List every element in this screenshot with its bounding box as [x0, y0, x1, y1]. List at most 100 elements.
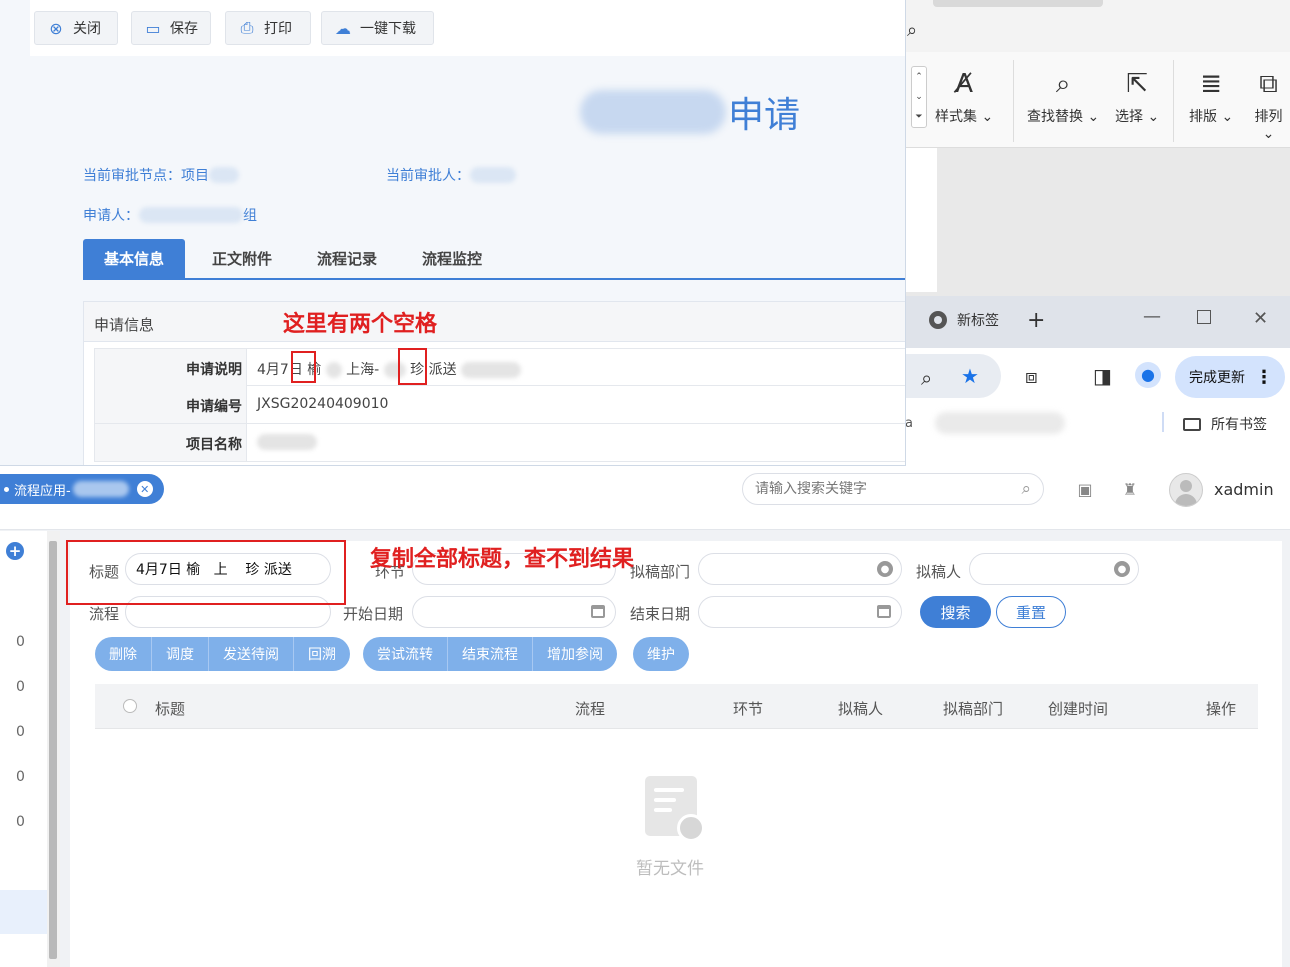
tab-attachments[interactable]: 正文附件	[212, 239, 272, 278]
tab-basic-info[interactable]: 基本信息	[83, 239, 185, 278]
style-set-button[interactable]: A̸ 样式集 ⌄	[935, 64, 993, 126]
maximize-icon[interactable]	[1197, 310, 1211, 324]
column-actions[interactable]: 操作	[1206, 698, 1236, 719]
user-icon[interactable]: ●	[1114, 561, 1130, 577]
calendar-icon[interactable]	[591, 605, 605, 618]
search-icon[interactable]: ⌕	[907, 20, 917, 41]
drafter-filter-input[interactable]: ●	[969, 553, 1139, 585]
layout-label: 排版	[1189, 109, 1217, 125]
rollback-button[interactable]: 回溯	[294, 637, 350, 671]
dialog-title: 申请	[580, 86, 800, 138]
current-approver: 当前审批人：	[386, 165, 516, 185]
address-bar-end[interactable]	[905, 354, 1001, 398]
chevron-down-icon: ⌄	[1262, 126, 1275, 142]
user-icon[interactable]: ●	[877, 561, 893, 577]
annotation-box	[398, 348, 427, 385]
chevron-down-icon: ⌄	[977, 109, 994, 125]
rail-count: 0	[16, 724, 25, 740]
annotation-box	[66, 540, 346, 605]
calendar-icon[interactable]	[877, 605, 891, 618]
download-all-button[interactable]: ☁ 一键下载	[321, 11, 434, 45]
update-button[interactable]: 完成更新 ⋮	[1175, 356, 1285, 398]
save-button[interactable]: ▭ 保存	[131, 11, 211, 45]
app-header	[0, 466, 1290, 530]
send-review-button[interactable]: 发送待阅	[209, 637, 294, 671]
layout-button[interactable]: ≣ 排版 ⌄	[1189, 64, 1233, 126]
info-row: 项目名称	[94, 424, 905, 462]
cursor-icon: ⇱	[1126, 69, 1148, 99]
rail-count: 0	[16, 814, 25, 830]
search-icon[interactable]: ⌕	[1021, 479, 1031, 499]
reset-button[interactable]: 重置	[996, 596, 1066, 628]
more-menu-icon[interactable]: ⋮	[1255, 367, 1273, 388]
tab-flow-monitor[interactable]: 流程监控	[422, 239, 482, 278]
application-info-panel: 申请信息 申请说明 4月7日 榆 上海- 珍 派送 申请编号 JXSG20240…	[83, 301, 905, 465]
header-search[interactable]: ⌕	[742, 473, 1044, 505]
current-node: 当前审批节点：项目	[83, 165, 239, 185]
applicant-label: 申请人：	[83, 208, 139, 224]
end-flow-button[interactable]: 结束流程	[448, 637, 533, 671]
search-button[interactable]: 搜索	[920, 596, 991, 628]
redacted-text	[325, 362, 342, 378]
print-button[interactable]: ⎙ 打印	[225, 11, 311, 45]
theme-icon[interactable]: ♜	[1119, 480, 1141, 499]
rail-active-item[interactable]	[0, 890, 47, 934]
redacted-bookmark[interactable]	[935, 412, 1065, 434]
column-drafter[interactable]: 拟稿人	[838, 698, 883, 719]
add-icon[interactable]: +	[6, 542, 24, 560]
all-bookmarks-folder[interactable]: 所有书签	[1183, 414, 1267, 434]
select-all-radio[interactable]	[123, 699, 137, 713]
close-icon[interactable]: ✕	[1253, 308, 1268, 329]
cloud-download-icon: ☁	[335, 18, 351, 38]
column-flow[interactable]: 流程	[575, 698, 605, 719]
current-node-label: 当前审批节点：项目	[83, 168, 209, 184]
end-date-input[interactable]	[698, 596, 902, 628]
search-input[interactable]	[755, 481, 1022, 497]
close-tag-icon[interactable]: ✕	[136, 481, 153, 497]
document-editor-window: ⌕ ⌃ ⌄ ⏷ A̸ 样式集 ⌄ ⌕ 查找替换 ⌄ ⇱ 选择 ⌄ ≣ 排版 ⌄ ⧉ …	[905, 0, 1290, 296]
dialog-tabs: 基本信息 正文附件 流程记录 流程监控	[83, 239, 905, 280]
browser-tab[interactable]: 新标签	[929, 310, 999, 330]
redacted-text	[139, 207, 243, 223]
profile-icon[interactable]: ●	[1135, 362, 1161, 388]
extensions-icon[interactable]: ⧈	[1025, 364, 1038, 388]
add-reference-button[interactable]: 增加参阅	[533, 637, 617, 671]
editor-tab[interactable]	[933, 0, 1103, 7]
scrollbar-thumb[interactable]	[49, 541, 57, 959]
minimize-icon[interactable]: —	[1143, 306, 1161, 327]
tab-flow-records[interactable]: 流程记录	[317, 239, 377, 278]
document-page[interactable]	[905, 148, 937, 292]
dept-filter-input[interactable]: ●	[698, 553, 902, 585]
dispatch-button[interactable]: 调度	[152, 637, 209, 671]
side-panel-icon[interactable]: ◨	[1093, 364, 1112, 388]
breadcrumb-tag-label: 流程应用-	[14, 483, 71, 499]
clock-icon	[677, 814, 705, 842]
breadcrumb-tag[interactable]: 流程应用- ✕	[0, 474, 164, 504]
column-created[interactable]: 创建时间	[1048, 698, 1108, 719]
try-transfer-button[interactable]: 尝试流转	[363, 637, 448, 671]
style-scroll-control[interactable]: ⌃ ⌄ ⏷	[911, 66, 927, 128]
message-icon[interactable]: ▣	[1074, 480, 1096, 499]
action-group-3: 维护	[633, 637, 689, 671]
select-button[interactable]: ⇱ 选择 ⌄	[1115, 64, 1159, 126]
username[interactable]: xadmin	[1214, 480, 1274, 499]
bookmark-star-icon[interactable]: ★	[961, 364, 979, 388]
find-replace-button[interactable]: ⌕ 查找替换 ⌄	[1027, 64, 1099, 126]
delete-button[interactable]: 删除	[95, 637, 152, 671]
bookmark-fragment[interactable]: a	[905, 416, 913, 431]
arrange-button[interactable]: ⧉ 排列 ⌄	[1247, 64, 1290, 142]
avatar[interactable]	[1169, 473, 1203, 507]
maintain-button[interactable]: 维护	[633, 637, 689, 671]
new-tab-icon[interactable]: +	[1027, 308, 1045, 333]
close-button[interactable]: ⊗ 关闭	[34, 11, 118, 45]
zoom-icon[interactable]: ⌕	[921, 366, 932, 390]
scrollbar[interactable]	[47, 531, 60, 967]
divider	[1013, 60, 1014, 142]
find-replace-label: 查找替换	[1027, 109, 1083, 125]
start-date-input[interactable]	[412, 596, 616, 628]
column-dept[interactable]: 拟稿部门	[943, 698, 1003, 719]
column-title[interactable]: 标题	[155, 698, 185, 719]
column-node[interactable]: 环节	[733, 698, 763, 719]
rail-count: 0	[16, 634, 25, 650]
browser-tab-title: 新标签	[957, 313, 999, 329]
